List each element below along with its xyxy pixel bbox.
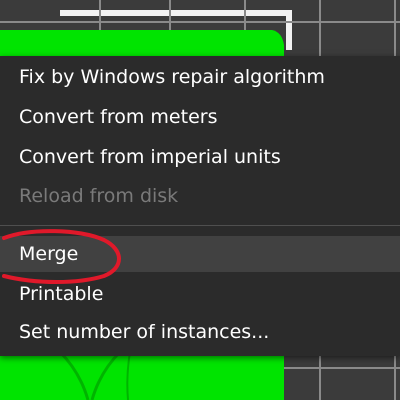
bed-border-right	[286, 10, 292, 50]
menu-separator	[0, 225, 400, 226]
menu-item-reload-from-disk: Reload from disk	[19, 185, 179, 207]
context-menu: Fix by Windows repair algorithm Convert …	[0, 56, 400, 356]
bed-border-top	[60, 10, 292, 16]
menu-item-printable[interactable]: Printable	[0, 276, 400, 312]
model-object-bottom[interactable]	[0, 350, 284, 400]
menu-item-merge[interactable]: Merge	[0, 236, 400, 272]
menu-item-convert-from-imperial[interactable]: Convert from imperial units	[0, 139, 400, 175]
menu-item-convert-from-meters[interactable]: Convert from meters	[0, 99, 400, 135]
menu-item-fix-windows-repair[interactable]: Fix by Windows repair algorithm	[0, 59, 400, 95]
menu-item-set-number-of-instances[interactable]: Set number of instances...	[0, 314, 400, 350]
